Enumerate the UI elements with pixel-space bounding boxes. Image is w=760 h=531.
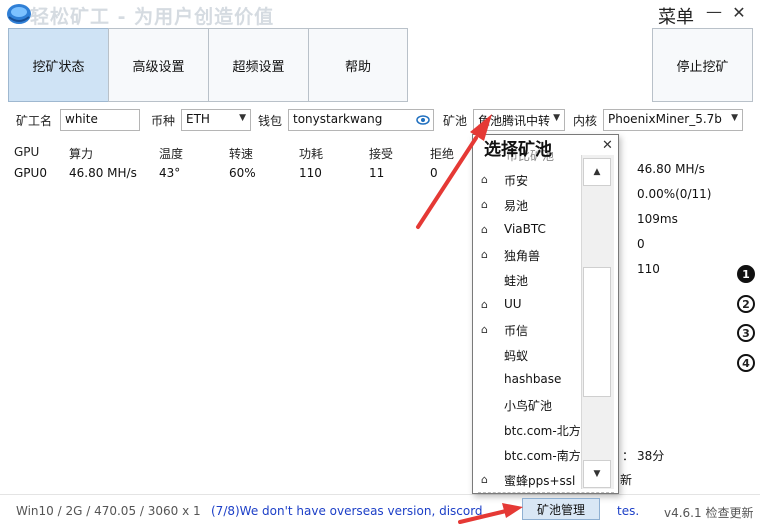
scrollbar-thumb[interactable] — [583, 267, 611, 397]
version-check-update[interactable]: v4.6.1 检查更新 — [664, 504, 753, 521]
home-icon: ⌂ — [481, 223, 488, 236]
pool-value: 鱼池腾讯中转 — [478, 114, 551, 128]
gpu-hashrate-cell: 46.80 MH/s — [69, 166, 137, 180]
pool-list-item-label: 小鸟矿池 — [504, 399, 553, 413]
app-title: 轻松矿工 - 为用户创造价值 — [30, 6, 275, 28]
gpu-fan-cell: 60% — [229, 166, 256, 180]
pool-list-item-label: 蚂蚁 — [504, 349, 529, 363]
gpu-temp-cell: 43° — [159, 166, 181, 180]
status-message[interactable]: (7/8)We don't have overseas version, dis… — [211, 504, 483, 518]
pool-list-item-label: 易池 — [504, 199, 529, 213]
pool-list-item-label: 蜜蜂pps+ssl — [504, 474, 576, 488]
popup-title: 选择矿池 — [484, 140, 552, 160]
gpu-name-cell: GPU0 — [14, 166, 47, 180]
scroll-down-button[interactable]: ▼ — [583, 460, 611, 488]
pool-list-item-label: hashbase — [504, 372, 562, 386]
menu-button[interactable]: 菜单 — [658, 3, 694, 29]
pool-list-item-label: btc.com-南方 — [504, 449, 581, 463]
pool-list-item-label: 蛙池 — [504, 274, 529, 288]
status-message-tail[interactable]: tes. — [617, 504, 639, 518]
minimize-icon[interactable]: — — [704, 2, 724, 21]
stat-elapsed-label: ： — [622, 449, 635, 463]
pool-label: 矿池 — [443, 114, 468, 128]
tab-overclock-settings[interactable]: 超频设置 — [208, 28, 309, 102]
worker-label: 矿工名 — [16, 114, 53, 128]
gpu-power-cell: 110 — [299, 166, 322, 180]
pool-list-item-label: 币信 — [504, 324, 529, 338]
pool-list-item[interactable]: ⌂ UU — [481, 297, 522, 315]
chevron-down-icon: ▼ — [731, 113, 738, 123]
home-icon: ⌂ — [481, 473, 488, 486]
step-4-badge: 4 — [737, 354, 755, 372]
stat-elapsed: 38分 — [637, 449, 665, 463]
chevron-down-icon: ▼ — [239, 113, 246, 123]
eye-icon[interactable] — [416, 113, 430, 127]
worker-name-input[interactable]: white — [60, 109, 140, 131]
coin-value: ETH — [186, 112, 210, 126]
system-info: Win10 / 2G / 470.05 / 3060 x 1 — [16, 504, 201, 518]
tab-advanced-settings[interactable]: 高级设置 — [108, 28, 209, 102]
close-icon[interactable]: ✕ — [729, 3, 749, 22]
step-3-badge: 3 — [737, 324, 755, 342]
pool-list-item-label: 币安 — [504, 174, 529, 188]
pool-list-item-label: ViaBTC — [504, 222, 546, 236]
pool-list-item-label: UU — [504, 297, 522, 311]
pool-list-item[interactable]: ⌂ 易池 — [481, 197, 528, 215]
col-header-temp: 温度 — [159, 147, 184, 161]
col-header-fan: 转速 — [229, 147, 254, 161]
coin-label: 币种 — [151, 114, 176, 128]
kernel-label: 内核 — [573, 114, 598, 128]
app-logo-icon — [7, 4, 31, 24]
home-icon: ⌂ — [481, 198, 488, 211]
stat-reject-rate: 0.00%(0/11) — [637, 187, 712, 201]
col-header-accepted: 接受 — [369, 147, 394, 161]
pool-list-item[interactable]: ⌂ ViaBTC — [481, 222, 546, 240]
tab-help[interactable]: 帮助 — [308, 28, 408, 102]
home-icon: ⌂ — [481, 173, 488, 186]
divider — [478, 492, 614, 494]
home-icon: ⌂ — [481, 323, 488, 336]
stat-latency: 109ms — [637, 212, 678, 226]
tab-mining-status[interactable]: 挖矿状态 — [8, 28, 109, 102]
pool-list-item[interactable]: ⌂ 独角兽 — [481, 247, 540, 265]
gpu-rejected-cell: 0 — [430, 166, 438, 180]
stop-mining-button[interactable]: 停止挖矿 — [652, 28, 753, 102]
pool-list-item[interactable]: ⌂ 币信 — [481, 322, 528, 340]
col-header-hashrate: 算力 — [69, 147, 94, 161]
pool-list-item-label: 独角兽 — [504, 249, 541, 263]
close-icon[interactable]: ✕ — [602, 138, 613, 153]
kernel-select[interactable]: PhoenixMiner_5.7b ▼ — [603, 109, 743, 131]
step-1-badge: 1 — [737, 265, 755, 283]
col-header-gpu: GPU — [14, 145, 40, 159]
step-2-badge: 2 — [737, 295, 755, 313]
pool-list-item[interactable]: ⌂ 币安 — [481, 172, 528, 190]
chevron-down-icon: ▼ — [553, 113, 560, 123]
stat-value: 0 — [637, 237, 645, 251]
pool-list-item-label: btc.com-北方 — [504, 424, 581, 438]
pool-manage-button[interactable]: 矿池管理 — [522, 498, 600, 520]
col-header-power: 功耗 — [299, 147, 324, 161]
gpu-accepted-cell: 11 — [369, 166, 385, 180]
refresh-link[interactable]: 新 — [620, 471, 632, 488]
home-icon: ⌂ — [481, 248, 488, 261]
wallet-label: 钱包 — [258, 114, 283, 128]
scroll-up-button[interactable]: ▲ — [583, 158, 611, 186]
wallet-input[interactable]: tonystarkwang — [288, 109, 434, 131]
stat-power: 110 — [637, 262, 660, 276]
stat-hashrate: 46.80 MH/s — [637, 162, 705, 176]
home-icon: ⌂ — [481, 298, 488, 311]
kernel-value: PhoenixMiner_5.7b — [608, 112, 722, 126]
pool-select[interactable]: 鱼池腾讯中转 ▼ — [473, 109, 565, 131]
coin-select[interactable]: ETH ▼ — [181, 109, 251, 131]
col-header-rejected: 拒绝 — [430, 147, 455, 161]
pool-list-item[interactable]: ⌂ 蜜蜂pps+ssl — [481, 472, 575, 490]
